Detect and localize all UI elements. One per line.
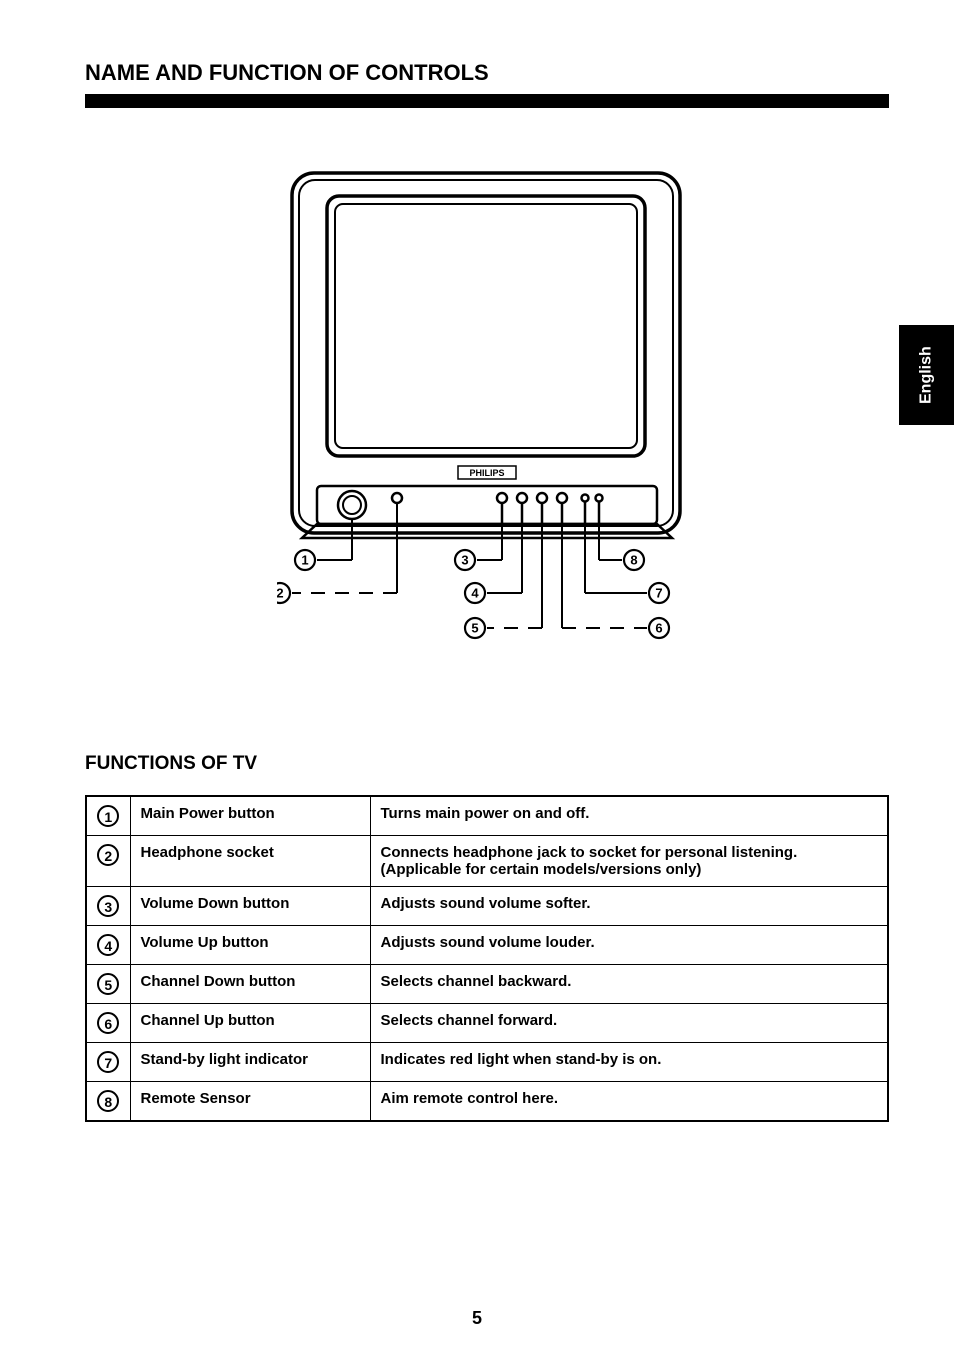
- table-row: 8 Remote SensorAim remote control here.: [86, 1082, 888, 1122]
- function-name: Headphone socket: [130, 836, 370, 887]
- callout-2: 2: [277, 586, 284, 601]
- function-name: Volume Down button: [130, 887, 370, 926]
- circled-number-icon: 2: [97, 844, 119, 866]
- table-row: 1 Main Power buttonTurns main power on an…: [86, 796, 888, 836]
- circled-number-icon: 8: [97, 1090, 119, 1112]
- table-row: 3 Volume Down buttonAdjusts sound volume …: [86, 887, 888, 926]
- page-number: 5: [0, 1308, 954, 1329]
- table-row: 5 Channel Down buttonSelects channel back…: [86, 965, 888, 1004]
- table-row: 6 Channel Up buttonSelects channel forwar…: [86, 1004, 888, 1043]
- function-name: Stand-by light indicator: [130, 1043, 370, 1082]
- circled-number-icon: 4: [97, 934, 119, 956]
- function-name: Channel Down button: [130, 965, 370, 1004]
- function-description: Selects channel forward.: [370, 1004, 888, 1043]
- function-number-cell: 4: [86, 926, 130, 965]
- functions-table: 1 Main Power buttonTurns main power on an…: [85, 795, 889, 1122]
- function-description: Turns main power on and off.: [370, 796, 888, 836]
- function-name: Remote Sensor: [130, 1082, 370, 1122]
- function-description: Adjusts sound volume louder.: [370, 926, 888, 965]
- function-description: Aim remote control here.: [370, 1082, 888, 1122]
- function-name: Channel Up button: [130, 1004, 370, 1043]
- function-number-cell: 2: [86, 836, 130, 887]
- callout-4: 4: [471, 586, 479, 601]
- function-number-cell: 1: [86, 796, 130, 836]
- function-number-cell: 6: [86, 1004, 130, 1043]
- table-row: 4 Volume Up buttonAdjusts sound volume lo…: [86, 926, 888, 965]
- brand-label: PHILIPS: [469, 468, 504, 478]
- table-row: 2 Headphone socketConnects headphone jack…: [86, 836, 888, 887]
- language-tab: English: [899, 325, 954, 425]
- callout-1: 1: [301, 553, 308, 568]
- function-name: Main Power button: [130, 796, 370, 836]
- circled-number-icon: 3: [97, 895, 119, 917]
- function-number-cell: 5: [86, 965, 130, 1004]
- page-title: NAME AND FUNCTION OF CONTROLS: [85, 60, 889, 86]
- function-number-cell: 3: [86, 887, 130, 926]
- function-description: Indicates red light when stand-by is on.: [370, 1043, 888, 1082]
- function-description: Selects channel backward.: [370, 965, 888, 1004]
- function-number-cell: 8: [86, 1082, 130, 1122]
- function-name: Volume Up button: [130, 926, 370, 965]
- callout-8: 8: [630, 553, 637, 568]
- circled-number-icon: 1: [97, 805, 119, 827]
- function-description: Adjusts sound volume softer.: [370, 887, 888, 926]
- function-number-cell: 7: [86, 1043, 130, 1082]
- callout-7: 7: [655, 586, 662, 601]
- circled-number-icon: 6: [97, 1012, 119, 1034]
- tv-diagram: PHILIPS: [277, 168, 697, 663]
- function-description: Connects headphone jack to socket for pe…: [370, 836, 888, 887]
- callout-6: 6: [655, 621, 662, 636]
- callout-3: 3: [461, 553, 468, 568]
- table-row: 7 Stand-by light indicatorIndicates red l…: [86, 1043, 888, 1082]
- callout-5: 5: [471, 621, 478, 636]
- circled-number-icon: 5: [97, 973, 119, 995]
- functions-subtitle: FUNCTIONS OF TV: [85, 753, 889, 775]
- circled-number-icon: 7: [97, 1051, 119, 1073]
- title-underline: [85, 94, 889, 108]
